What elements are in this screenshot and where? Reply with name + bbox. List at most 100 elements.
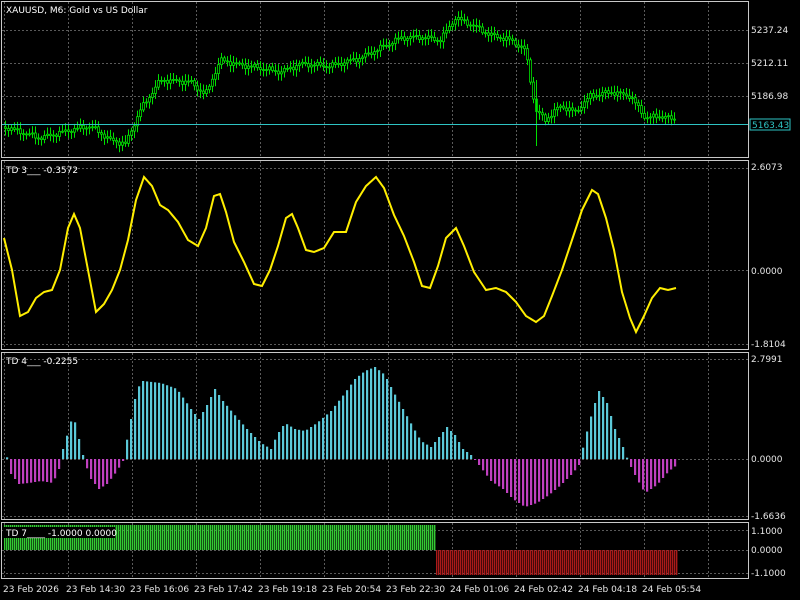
td4-bar (490, 459, 493, 481)
td4-bar (46, 459, 49, 482)
price-candle (649, 116, 652, 119)
price-candle (355, 58, 358, 63)
td7-bar (634, 550, 636, 575)
price-candle (442, 32, 445, 43)
price-candle (307, 63, 310, 68)
td7-bar (452, 550, 454, 575)
td7-bar (122, 525, 124, 550)
price-candle (58, 130, 61, 137)
td7-bar (166, 525, 168, 550)
price-candle (22, 133, 25, 136)
td7-bar (198, 525, 200, 550)
td4-bar (406, 416, 409, 459)
symbol-title: XAUUSD, M6: Gold vs US Dollar (6, 6, 148, 16)
td7-bar (572, 550, 574, 575)
td7-bar (204, 525, 206, 550)
price-candle (436, 39, 439, 42)
price-candle (367, 52, 370, 55)
td4-bar (574, 459, 577, 471)
price-tick-label: 5237.24 (751, 26, 788, 36)
td7-bar (498, 550, 500, 575)
td4-bar (42, 459, 45, 482)
price-candle (49, 133, 52, 137)
price-candle (193, 80, 196, 87)
td4-bar (518, 459, 521, 503)
td4-bar (654, 459, 657, 487)
price-candle (103, 133, 106, 139)
price-candle (565, 107, 568, 112)
td7-bar (416, 525, 418, 550)
price-candle (13, 127, 16, 130)
td7-bar (584, 550, 586, 575)
td7-bar (532, 550, 534, 575)
td7-bar (418, 525, 420, 550)
td4-bar (54, 459, 57, 479)
td7-bar (610, 550, 612, 575)
td4-bar (242, 424, 245, 459)
td7-bar (346, 525, 348, 550)
td7-bar (542, 550, 544, 575)
time-axis-label: 23 Feb 17:42 (194, 585, 253, 595)
price-candle (580, 107, 583, 111)
td4-bar (190, 409, 193, 459)
price-candle (475, 25, 478, 27)
td4-bar (14, 459, 17, 479)
td7-bar (200, 525, 202, 550)
td4-bar (522, 459, 525, 506)
price-candle (673, 118, 676, 121)
td7-bar (558, 550, 560, 575)
td7-bar (460, 550, 462, 575)
td4-bar (234, 415, 237, 459)
td4-bar (38, 459, 41, 482)
td4-tick-label: 2.7991 (751, 355, 783, 365)
price-candle (97, 126, 100, 133)
td4-bar (302, 430, 305, 459)
td7-bar (442, 550, 444, 575)
td7-bar (664, 550, 666, 575)
td7-bar (226, 525, 228, 550)
td4-bar (474, 459, 477, 460)
td4-bar (90, 459, 93, 479)
td7-bar (326, 525, 328, 550)
td4-bar (402, 409, 405, 459)
price-candle (652, 113, 655, 118)
td4-bar (498, 459, 501, 487)
time-axis-label: 23 Feb 16:06 (130, 585, 189, 595)
td4-bar (438, 437, 441, 459)
td4-title: TD 4___ -0.2255 (5, 357, 78, 367)
price-candle (46, 133, 49, 136)
price-candle (562, 105, 565, 109)
td7-bar (386, 525, 388, 550)
td7-bar (212, 525, 214, 550)
td7-bar (652, 550, 654, 575)
td7-bar (408, 525, 410, 550)
price-candle (628, 95, 631, 99)
td4-bar (106, 459, 109, 484)
td4-bar (278, 432, 281, 459)
price-tick-label: 5186.98 (751, 92, 788, 102)
price-candle (664, 115, 667, 119)
td4-bar (230, 410, 233, 459)
price-candle (247, 65, 250, 69)
price-candle (478, 25, 481, 28)
td7-bar (224, 525, 226, 550)
td4-bar (622, 447, 625, 459)
price-candle (667, 115, 670, 118)
current-price-label: 5163.43 (752, 121, 789, 131)
td7-bar (434, 525, 436, 550)
price-candle (589, 93, 592, 100)
trading-chart[interactable]: XAUUSD, M6: Gold vs US Dollar TD 3___ -0… (0, 0, 800, 600)
td7-bar (560, 550, 562, 575)
price-candle (547, 117, 550, 122)
td7-bar (496, 550, 498, 575)
td7-bar (522, 550, 524, 575)
td7-bar (502, 550, 504, 575)
price-candle (7, 128, 10, 131)
td4-bar (198, 419, 201, 459)
td7-bar (156, 525, 158, 550)
td7-bar (284, 525, 286, 550)
td7-bar (126, 525, 128, 550)
td4-bar (626, 457, 629, 459)
td4-bar (94, 459, 97, 484)
price-candle (328, 66, 331, 69)
